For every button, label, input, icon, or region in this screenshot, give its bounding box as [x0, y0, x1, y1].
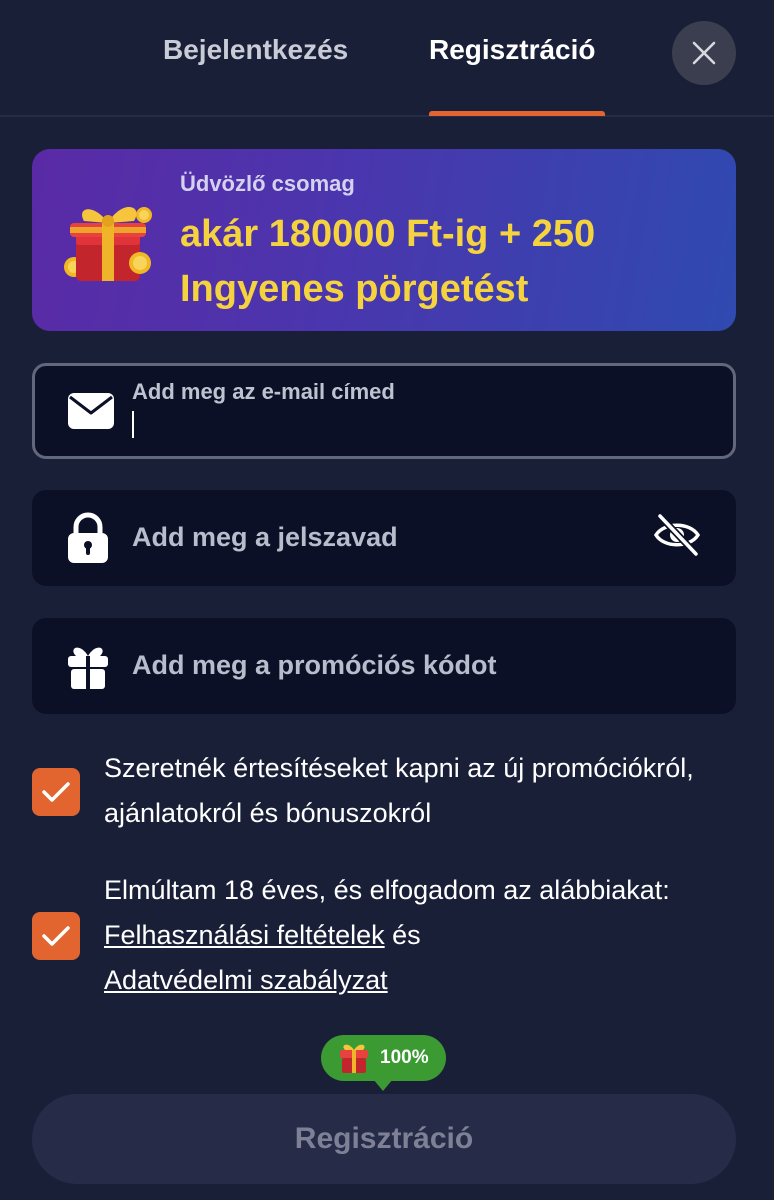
terms-text-between: és: [384, 920, 421, 950]
banner-subtitle: Üdvözlő csomag: [180, 171, 355, 196]
tab-register[interactable]: Regisztráció: [429, 34, 596, 66]
gift-icon: [340, 1044, 368, 1073]
auth-tabs: Bejelentkezés Regisztráció: [0, 0, 774, 117]
email-field[interactable]: Add meg az e-mail címed: [32, 363, 736, 459]
notifications-consent-text: Szeretnék értesítéseket kapni az új prom…: [104, 753, 694, 828]
banner-headline: akár 180000 Ft-ig + 250 Ingyenes pörgeté…: [180, 213, 596, 310]
promo-code-field[interactable]: Add meg a promóciós kódot: [32, 618, 736, 714]
bonus-progress-badge: 100%: [321, 1035, 446, 1091]
checkmark-icon: [42, 926, 70, 946]
register-submit-button[interactable]: Regisztráció: [32, 1094, 736, 1184]
privacy-policy-link[interactable]: Adatvédelmi szabályzat: [104, 965, 388, 995]
terms-consent-text: Elmúltam 18 éves, és elfogadom az alábbi…: [104, 868, 724, 1003]
promo-code-placeholder: Add meg a promóciós kódot: [132, 650, 497, 680]
password-placeholder: Add meg a jelszavad: [132, 522, 398, 552]
email-field-label: Add meg az e-mail címed: [132, 379, 395, 404]
close-button[interactable]: [672, 21, 736, 85]
gift-box-with-coins-icon: [64, 206, 152, 281]
terms-text-before: Elmúltam 18 éves, és elfogadom az alábbi…: [104, 875, 670, 905]
close-icon: [692, 41, 716, 65]
badge-pointer: [373, 1079, 393, 1091]
active-tab-indicator: [429, 111, 605, 116]
eye-slash-icon[interactable]: [652, 510, 702, 560]
text-cursor: [132, 411, 134, 438]
terms-checkbox[interactable]: [32, 912, 80, 960]
terms-of-use-link[interactable]: Felhasználási feltételek: [104, 920, 385, 950]
lock-icon: [68, 512, 108, 563]
tab-login[interactable]: Bejelentkezés: [163, 34, 348, 66]
gift-icon: [68, 647, 108, 689]
checkmark-icon: [42, 782, 70, 802]
welcome-bonus-banner: Üdvözlő csomag akár 180000 Ft-ig + 250 I…: [32, 149, 736, 331]
password-field[interactable]: Add meg a jelszavad: [32, 490, 736, 586]
bonus-percentage: 100%: [380, 1047, 429, 1068]
envelope-icon: [68, 393, 114, 429]
notifications-checkbox[interactable]: [32, 768, 80, 816]
